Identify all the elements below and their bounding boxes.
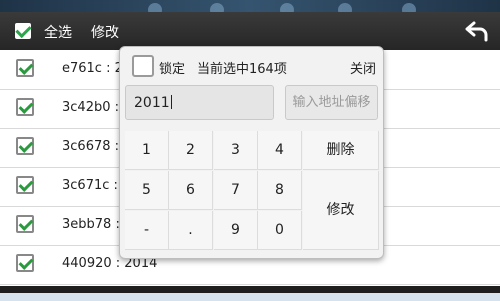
- item-text: 3c42b0 :: [62, 100, 119, 115]
- close-button[interactable]: 关闭: [350, 58, 376, 77]
- item-checkbox[interactable]: [16, 254, 34, 272]
- item-text: 3c671c :: [62, 178, 118, 193]
- edit-popup: 锁定 当前选中164项 关闭 2011 输入地址偏移 1 2 3 4 删除 5 …: [119, 46, 384, 259]
- address-value: 2011: [134, 95, 170, 111]
- item-text: 3c6678 :: [62, 139, 120, 154]
- key-6[interactable]: 6: [169, 171, 213, 210]
- lock-checkbox[interactable]: [132, 55, 154, 77]
- action-bar: 全选 修改: [0, 12, 500, 50]
- item-checkbox[interactable]: [16, 176, 34, 194]
- edit-button[interactable]: 修改: [91, 22, 119, 42]
- select-all-checkbox[interactable]: [15, 23, 31, 39]
- numeric-keypad: 1 2 3 4 删除 5 6 7 8 修改 - . 9 0: [125, 131, 379, 251]
- item-checkbox[interactable]: [16, 137, 34, 155]
- key-5[interactable]: 5: [125, 171, 169, 210]
- item-checkbox[interactable]: [16, 59, 34, 77]
- key-2[interactable]: 2: [169, 131, 213, 170]
- key-3[interactable]: 3: [214, 131, 258, 170]
- offset-input[interactable]: 输入地址偏移: [285, 85, 378, 120]
- key-minus[interactable]: -: [125, 211, 169, 250]
- item-text: 3ebb78 :: [62, 217, 120, 232]
- key-0[interactable]: 0: [258, 211, 302, 250]
- address-input[interactable]: 2011: [125, 85, 274, 120]
- key-8[interactable]: 8: [258, 171, 302, 210]
- modify-key[interactable]: 修改: [303, 171, 379, 250]
- text-caret: [170, 95, 172, 109]
- item-checkbox[interactable]: [16, 215, 34, 233]
- key-1[interactable]: 1: [125, 131, 169, 170]
- key-9[interactable]: 9: [214, 211, 258, 250]
- status-bar: [0, 0, 500, 17]
- delete-key[interactable]: 删除: [303, 131, 379, 170]
- key-4[interactable]: 4: [258, 131, 302, 170]
- select-all-label[interactable]: 全选: [44, 22, 72, 42]
- lock-label: 锁定: [159, 62, 186, 77]
- selected-count: 当前选中164项: [197, 62, 287, 77]
- key-7[interactable]: 7: [214, 171, 258, 210]
- key-dot[interactable]: .: [169, 211, 213, 250]
- back-arrow-icon[interactable]: [464, 18, 490, 44]
- bottom-background: [0, 293, 500, 301]
- item-checkbox[interactable]: [16, 98, 34, 116]
- item-text: e761c : 2: [62, 61, 123, 76]
